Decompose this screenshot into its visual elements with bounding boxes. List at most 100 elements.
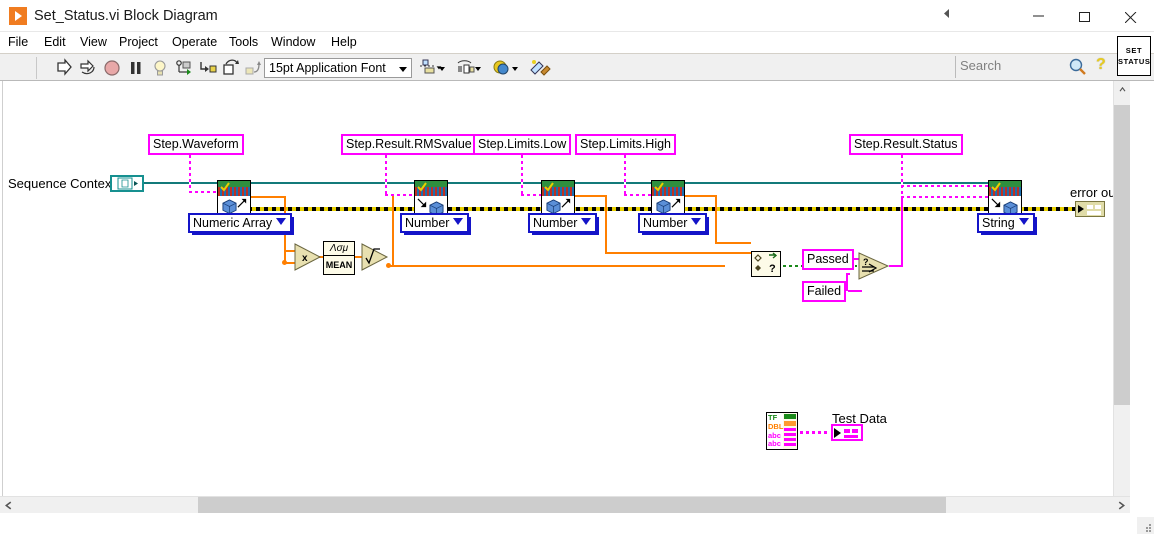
- terminal-test-data[interactable]: [831, 424, 863, 441]
- property-label-step-limits-high[interactable]: Step.Limits.High: [575, 134, 677, 155]
- wire-junction-multiply: [282, 260, 287, 265]
- cube-icon: [546, 199, 561, 214]
- chevron-up-icon: [1119, 87, 1126, 92]
- bundle-label-dbl: DBL: [768, 422, 784, 431]
- mean-function[interactable]: Λσμ MEAN: [323, 241, 355, 275]
- reorder-icon[interactable]: [492, 58, 518, 78]
- wire-ref-waveform-h[interactable]: [189, 191, 217, 193]
- horizontal-scrollbar[interactable]: [0, 496, 1130, 513]
- menu-item-edit[interactable]: Edit: [44, 35, 66, 51]
- wire-ref-rms-v[interactable]: [385, 155, 387, 195]
- block-diagram-canvas[interactable]: Sequence Context Step.Waveform Step.Resu…: [0, 81, 1130, 513]
- terminal-error-out[interactable]: [1075, 201, 1105, 217]
- datatype-selector-number-3[interactable]: Number: [638, 213, 710, 235]
- string-constant-failed[interactable]: Failed: [802, 281, 847, 302]
- menu-item-file[interactable]: File: [8, 35, 28, 51]
- menu-item-project[interactable]: Project: [119, 35, 158, 51]
- vertical-scrollbar[interactable]: [1113, 81, 1130, 513]
- retain-wire-values-icon[interactable]: [174, 58, 194, 78]
- terminal-sequence-context[interactable]: [110, 175, 144, 192]
- wire-ref-low-h[interactable]: [521, 194, 543, 196]
- search-bar-handle[interactable]: [944, 9, 951, 21]
- toolbar-separator: [36, 57, 37, 79]
- property-label-step-result-status[interactable]: Step.Result.Status: [849, 134, 963, 155]
- wire-limits-low-h[interactable]: [575, 195, 607, 197]
- run-arrow-icon[interactable]: [54, 58, 74, 78]
- checkmark-icon: [654, 182, 664, 192]
- wire-failed-h[interactable]: [848, 290, 862, 292]
- menu-item-window[interactable]: Window: [271, 35, 315, 51]
- wire-sqrt-to-rms-v[interactable]: [392, 195, 394, 267]
- context-help-question-icon[interactable]: ?: [1096, 56, 1106, 74]
- svg-text:?: ?: [863, 257, 869, 267]
- menu-item-operate[interactable]: Operate: [172, 35, 217, 51]
- wire-waveform-out-h[interactable]: [250, 196, 286, 198]
- wire-bundle-to-testdata[interactable]: [800, 431, 830, 434]
- mean-function-top-label: Λσμ: [324, 242, 354, 256]
- search-magnifier-icon[interactable]: [1068, 57, 1088, 77]
- property-label-step-result-rmsvalue[interactable]: Step.Result.RMSvalue: [341, 134, 477, 155]
- wire-ref-high-h[interactable]: [624, 194, 653, 196]
- bundle-function[interactable]: TF DBL abc abc: [766, 412, 798, 450]
- menu-item-tools[interactable]: Tools: [229, 35, 258, 51]
- datatype-selector-number-1[interactable]: Number: [400, 213, 472, 235]
- menu-item-help[interactable]: Help: [331, 35, 357, 51]
- chevron-right-icon: [1118, 501, 1125, 510]
- chevron-down-icon: [399, 67, 407, 72]
- datatype-selector-string[interactable]: String: [977, 213, 1037, 235]
- property-label-step-waveform[interactable]: Step.Waveform: [148, 134, 244, 155]
- chevron-down-icon: [581, 218, 592, 225]
- node-header-stripe: [218, 181, 250, 196]
- horizontal-scrollbar-thumb[interactable]: [198, 497, 946, 513]
- wire-limits-high-to-inrange[interactable]: [715, 242, 751, 244]
- clean-up-diagram-icon[interactable]: [529, 58, 551, 78]
- step-into-icon[interactable]: [198, 58, 218, 78]
- vertical-scrollbar-thumb[interactable]: [1114, 105, 1130, 405]
- square-root-function[interactable]: [361, 243, 389, 276]
- wire-limits-high-v[interactable]: [715, 196, 717, 244]
- wire-ref-rms-h[interactable]: [385, 194, 414, 196]
- wire-ref-status-h[interactable]: [901, 185, 989, 187]
- scroll-left-button[interactable]: [0, 497, 17, 513]
- vi-icon[interactable]: SET STATUS: [1117, 36, 1151, 76]
- step-out-icon[interactable]: [243, 58, 263, 78]
- string-constant-passed[interactable]: Passed: [802, 249, 854, 270]
- align-objects-icon[interactable]: [419, 58, 445, 78]
- pause-icon[interactable]: [126, 58, 146, 78]
- datatype-selector-number-1-text: Number: [405, 216, 450, 230]
- scroll-right-button[interactable]: [1113, 497, 1130, 513]
- wire-ref-high-v[interactable]: [624, 155, 626, 195]
- run-continuously-icon[interactable]: [78, 58, 98, 78]
- datatype-selector-numeric-array-text: Numeric Array: [193, 216, 273, 230]
- wire-limits-low-to-inrange[interactable]: [605, 252, 751, 254]
- window-title: Set_Status.vi Block Diagram: [34, 8, 218, 24]
- datatype-selector-number-2[interactable]: Number: [528, 213, 600, 235]
- search-input[interactable]: Search: [960, 58, 1001, 73]
- wire-ref-low-v[interactable]: [521, 155, 523, 195]
- font-selector-value: 15pt Application Font: [269, 61, 386, 75]
- close-button[interactable]: [1108, 0, 1154, 32]
- wire-failed-v[interactable]: [846, 274, 848, 291]
- window-resize-corner[interactable]: [1137, 517, 1154, 534]
- abort-execution-icon[interactable]: [102, 58, 122, 78]
- labview-run-arrow-icon: [9, 7, 27, 25]
- property-label-step-limits-low[interactable]: Step.Limits.Low: [473, 134, 572, 155]
- scroll-up-button[interactable]: [1114, 81, 1130, 98]
- datatype-selector-numeric-array[interactable]: Numeric Array: [188, 213, 295, 235]
- maximize-button[interactable]: [1062, 0, 1108, 32]
- wire-limits-low-v[interactable]: [605, 196, 607, 254]
- node-header-stripe: [652, 181, 684, 196]
- highlight-execution-icon[interactable]: [150, 58, 170, 78]
- step-over-icon[interactable]: [221, 58, 241, 78]
- menu-item-view[interactable]: View: [80, 35, 107, 51]
- font-selector[interactable]: 15pt Application Font: [264, 58, 412, 78]
- minimize-button[interactable]: [1016, 0, 1062, 32]
- in-range-and-coerce-function[interactable]: ?: [751, 251, 781, 277]
- distribute-objects-icon[interactable]: [455, 58, 481, 78]
- wire-limits-high-h[interactable]: [685, 195, 717, 197]
- wire-ref-status-v[interactable]: [901, 155, 903, 187]
- wire-ref-waveform-v[interactable]: [189, 155, 191, 192]
- select-function[interactable]: ?: [858, 252, 890, 285]
- wire-sqrt-out-h[interactable]: [388, 265, 725, 267]
- multiply-function[interactable]: x: [294, 243, 322, 276]
